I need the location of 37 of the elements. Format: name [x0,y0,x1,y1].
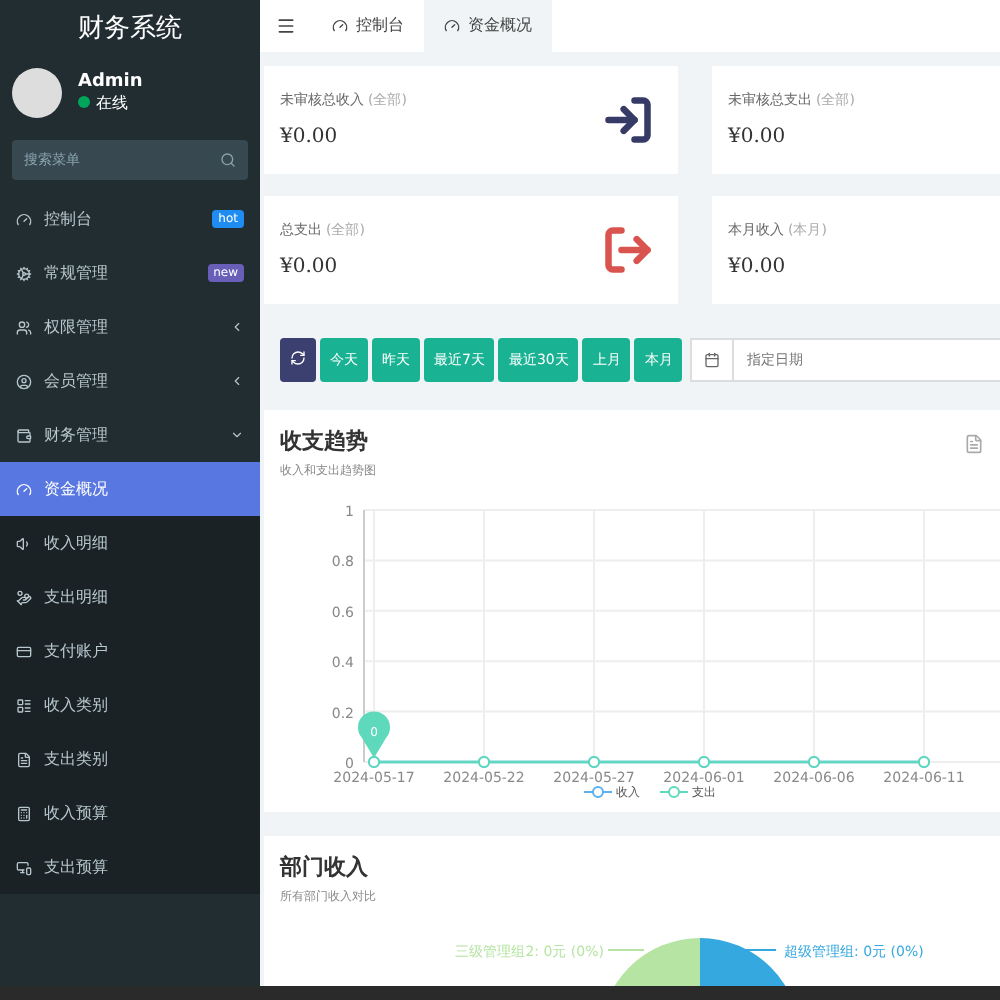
login-icon [602,93,654,146]
menu-item[interactable]: 权限管理 [0,300,260,354]
gauge-icon [332,17,348,34]
tab[interactable]: 资金概况 [424,0,552,52]
calendar-button[interactable] [690,337,735,382]
calendar-icon [704,351,721,368]
avatar [12,67,62,117]
stat-value: ¥0.00 [728,256,788,279]
submenu-item[interactable]: 支出预算 [0,840,260,894]
chevron-down-icon [230,428,244,442]
gauge-icon [444,17,460,34]
submenu-item[interactable]: 支出类别 [0,732,260,786]
submenu-item[interactable]: 资金概况 [0,462,260,516]
refresh-button[interactable] [280,337,316,382]
stat-value: ¥0.00 [280,126,340,149]
chevron-left-icon [230,320,244,334]
panel-title: 收支趋势 [280,425,368,456]
menu-item[interactable]: 会员管理 [0,354,260,408]
stat-value: ¥0.00 [728,126,788,149]
refresh-icon [290,349,306,366]
user-name: Admin [78,71,143,91]
app-title: 财务系统 [76,12,184,48]
logout-icon [602,223,654,276]
user-status: 在线 [96,91,128,113]
submenu-item[interactable]: 支付账户 [0,624,260,678]
status-dot [78,96,90,108]
submenu-item[interactable]: 支出明细 [0,570,260,624]
search-icon [220,152,236,168]
submenu-item[interactable]: 收入类别 [0,678,260,732]
legend-marker-icon [584,786,612,799]
stat-value: ¥0.00 [280,256,340,279]
legend-marker-icon [660,786,688,799]
menu-item[interactable]: 财务管理 [0,408,260,462]
submenu-item[interactable]: 收入明细 [0,516,260,570]
panel-title: 部门收入 [280,852,368,883]
submenu-item[interactable]: 收入预算 [0,786,260,840]
chevron-left-icon [230,374,244,388]
